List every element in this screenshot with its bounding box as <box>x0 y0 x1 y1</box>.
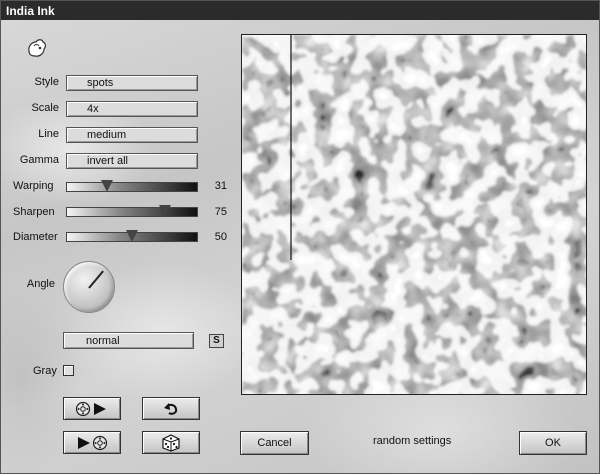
gray-label: Gray <box>33 365 57 377</box>
diameter-slider-thumb[interactable] <box>126 230 138 242</box>
play-forward-button[interactable] <box>63 397 121 420</box>
ok-button[interactable]: OK <box>519 431 587 455</box>
scale-label: Scale <box>31 102 59 114</box>
s-button[interactable]: S <box>209 334 224 348</box>
style-label: Style <box>34 76 59 88</box>
diameter-label: Diameter <box>13 231 58 243</box>
style-select[interactable]: spots <box>66 75 198 91</box>
random-dice-button[interactable] <box>142 431 200 454</box>
sharpen-slider[interactable] <box>66 205 198 217</box>
india-ink-dialog: India Ink Style spots Scale 4x Line medi… <box>0 0 600 474</box>
angle-dial[interactable] <box>63 261 115 313</box>
warping-label: Warping <box>13 180 54 192</box>
warping-value: 31 <box>214 180 227 192</box>
sharpen-label: Sharpen <box>13 206 55 218</box>
gamma-select[interactable]: invert all <box>66 153 198 169</box>
ink-spots-pattern <box>242 35 586 394</box>
warping-slider[interactable] <box>66 180 198 192</box>
sharpen-value: 75 <box>214 206 227 218</box>
preview-image <box>241 34 587 395</box>
film-play-back-icon <box>78 435 108 450</box>
gamma-label: Gamma <box>19 154 59 166</box>
dice-icon <box>162 433 180 452</box>
diameter-slider[interactable] <box>66 230 198 242</box>
undo-button[interactable] <box>142 397 200 420</box>
undo-arrow-icon <box>164 402 178 415</box>
random-settings-label: random settings <box>373 435 452 447</box>
scale-select[interactable]: 4x <box>66 101 198 117</box>
angle-label: Angle <box>26 278 55 290</box>
hand-logo-icon <box>28 39 46 57</box>
film-play-forward-icon <box>75 401 106 416</box>
blend-mode-select[interactable]: normal <box>63 332 194 349</box>
warping-slider-thumb[interactable] <box>101 180 114 192</box>
sharpen-slider-thumb[interactable] <box>158 205 171 217</box>
diameter-value: 50 <box>214 231 227 243</box>
line-label: Line <box>38 128 59 140</box>
cancel-button[interactable]: Cancel <box>240 431 309 455</box>
window-title: India Ink <box>1 1 599 20</box>
gray-checkbox[interactable] <box>63 365 74 376</box>
angle-needle <box>88 270 104 289</box>
play-back-button[interactable] <box>63 431 121 454</box>
line-select[interactable]: medium <box>66 127 198 143</box>
